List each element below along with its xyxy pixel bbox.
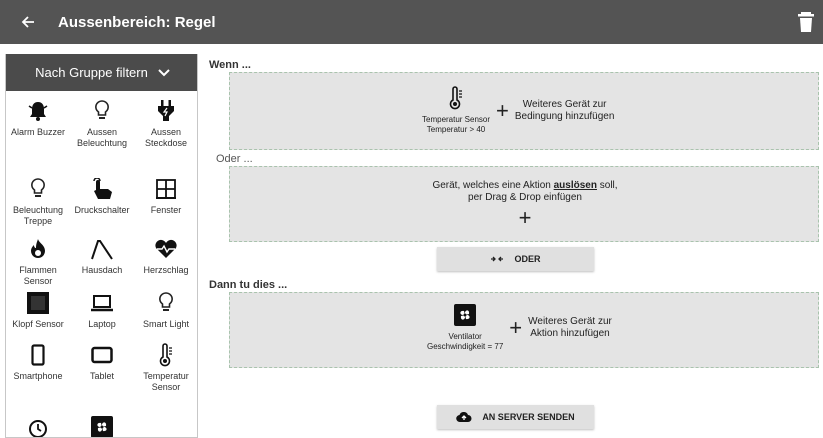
or-button-label: ODER xyxy=(514,254,541,264)
trigger-hint-line2: per Drag & Drop einfügen xyxy=(468,192,582,203)
trigger-hint-post: soll, xyxy=(599,180,618,191)
device-aussen-beleuchtung[interactable]: Aussen Beleuchtung xyxy=(70,98,134,149)
if-section-label: Wenn ... xyxy=(209,59,251,71)
then-section-label: Dann tu dies ... xyxy=(209,279,288,291)
lightbulb-icon xyxy=(31,178,45,197)
action-device-value: Geschwindigkeit = 77 xyxy=(427,342,504,351)
device-flammen-sensor[interactable]: Flammen Sensor xyxy=(6,236,70,287)
device-label: Smart Light xyxy=(142,319,190,329)
laptop-icon xyxy=(91,295,113,312)
device-label: Flammen Sensor xyxy=(19,265,57,286)
condition-device-card[interactable]: Temperatur Sensor Temperatur > 40 xyxy=(422,86,490,135)
thermometer-icon xyxy=(449,86,463,110)
device-label: Alarm Buzzer xyxy=(10,127,65,137)
device-label: Smartphone xyxy=(13,371,63,381)
power-plug-icon xyxy=(158,100,174,121)
roof-icon xyxy=(91,240,113,260)
device-tablet[interactable]: Tablet xyxy=(70,342,134,382)
device-smart-light[interactable]: Smart Light xyxy=(134,290,197,330)
device-hausdach[interactable]: Hausdach xyxy=(70,236,134,276)
merge-arrows-icon xyxy=(491,256,504,262)
add-action-hint: Weiteres Gerät zur Aktion hinzufügen xyxy=(528,316,612,340)
add-condition-hint: Weiteres Gerät zur Bedingung hinzufügen xyxy=(515,99,615,123)
device-label: Herzschlag xyxy=(143,265,189,275)
page-title: Aussenbereich: Regel xyxy=(58,13,216,31)
add-action-plus[interactable]: + xyxy=(509,316,522,339)
add-action-hint-line1: Weiteres Gerät zur xyxy=(528,315,612,327)
lightbulb-icon xyxy=(95,100,109,119)
device-laptop[interactable]: Laptop xyxy=(70,290,134,330)
fan-icon xyxy=(91,416,113,437)
action-device-name: Ventilator xyxy=(448,332,482,341)
bell-icon xyxy=(28,102,48,121)
filter-by-group-button[interactable]: Nach Gruppe filtern xyxy=(6,54,197,91)
device-label: Laptop xyxy=(88,319,116,329)
or-section-label: Oder ... xyxy=(216,153,253,165)
add-trigger-plus[interactable]: + xyxy=(230,207,820,229)
send-to-server-button[interactable]: AN SERVER SENDEN xyxy=(437,405,594,429)
trigger-dropzone[interactable]: Gerät, welches eine Aktion auslösen soll… xyxy=(229,166,819,242)
knock-sensor-icon xyxy=(27,292,49,314)
fan-icon xyxy=(454,304,477,326)
device-klopf-sensor[interactable]: Klopf Sensor xyxy=(6,290,70,330)
window-icon xyxy=(156,179,176,199)
filter-label: Nach Gruppe filtern xyxy=(35,65,148,80)
device-sidebar: Nach Gruppe filtern Alarm Buzzer Aussen … xyxy=(5,54,198,438)
lightbulb-icon xyxy=(159,292,173,311)
device-druckschalter[interactable]: Druckschalter xyxy=(70,176,134,216)
thermometer-icon xyxy=(159,343,172,367)
action-device-card[interactable]: Ventilator Geschwindigkeit = 77 xyxy=(427,303,503,352)
trash-icon[interactable] xyxy=(797,12,815,32)
back-button[interactable] xyxy=(10,0,46,44)
device-aussen-steckdose[interactable]: Aussen Steckdose xyxy=(134,98,197,149)
device-clock[interactable] xyxy=(6,416,70,437)
device-label: Druckschalter xyxy=(74,205,130,215)
smartphone-icon xyxy=(31,344,45,366)
condition-device-name: Temperatur Sensor xyxy=(422,115,491,124)
device-label: Tablet xyxy=(89,371,115,381)
device-smartphone[interactable]: Smartphone xyxy=(6,342,70,382)
app-bar: Aussenbereich: Regel xyxy=(0,0,823,44)
or-button[interactable]: ODER xyxy=(437,247,594,271)
add-condition-plus[interactable]: + xyxy=(496,99,509,122)
device-label: Fenster xyxy=(150,205,182,215)
device-beleuchtung-treppe[interactable]: Beleuchtung Treppe xyxy=(6,176,70,227)
device-alarm-buzzer[interactable]: Alarm Buzzer xyxy=(6,98,70,138)
add-action-hint-line2: Aktion hinzufügen xyxy=(530,327,610,339)
device-label: Hausdach xyxy=(81,265,123,275)
condition-dropzone[interactable]: Temperatur Sensor Temperatur > 40 + Weit… xyxy=(229,72,819,150)
clock-icon xyxy=(29,420,47,437)
device-herzschlag[interactable]: Herzschlag xyxy=(134,236,197,276)
fire-icon xyxy=(31,239,45,258)
device-fenster[interactable]: Fenster xyxy=(134,176,197,216)
device-label: Beleuchtung Treppe xyxy=(12,205,64,226)
trigger-hint-pre: Gerät, welches eine Aktion xyxy=(432,180,551,191)
device-label: Temperatur Sensor xyxy=(143,371,189,392)
device-label: Aussen Steckdose xyxy=(144,127,188,148)
heart-pulse-icon xyxy=(155,239,177,258)
cloud-upload-icon xyxy=(456,411,472,422)
trigger-hint-line1: Gerät, welches eine Aktion auslösen soll… xyxy=(230,180,820,192)
add-condition-hint-line1: Weiteres Gerät zur xyxy=(522,98,607,110)
device-label: Klopf Sensor xyxy=(12,319,64,329)
hand-pointer-icon xyxy=(93,178,112,199)
arrow-left-icon xyxy=(21,16,34,28)
device-fan[interactable] xyxy=(70,414,134,437)
trigger-hint-bold: auslösen xyxy=(553,180,597,191)
chevron-down-icon xyxy=(158,68,170,76)
tablet-icon xyxy=(91,346,113,364)
send-button-label: AN SERVER SENDEN xyxy=(482,412,575,422)
device-temperatur-sensor[interactable]: Temperatur Sensor xyxy=(134,342,197,393)
condition-device-value: Temperatur > 40 xyxy=(426,125,486,134)
add-condition-hint-line2: Bedingung hinzufügen xyxy=(514,110,615,122)
action-dropzone[interactable]: Ventilator Geschwindigkeit = 77 + Weiter… xyxy=(229,292,819,368)
device-label: Aussen Beleuchtung xyxy=(76,127,128,148)
